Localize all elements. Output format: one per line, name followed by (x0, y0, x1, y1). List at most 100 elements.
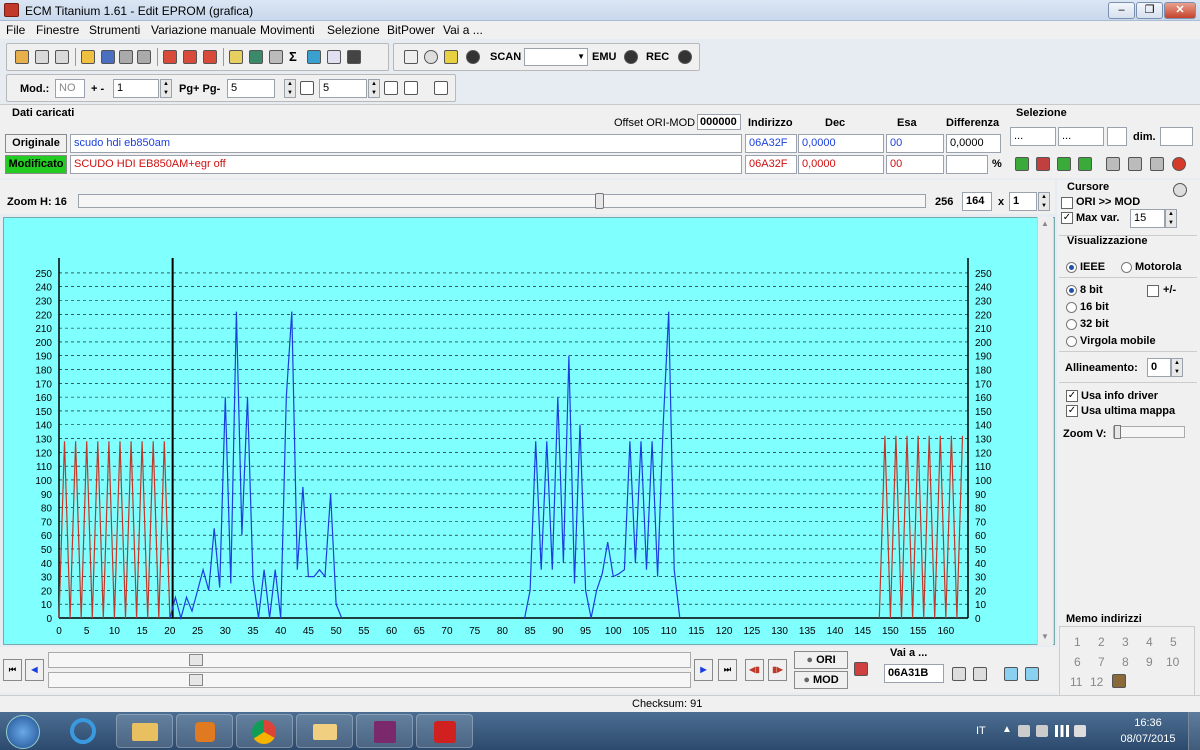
copy-sel-icon[interactable] (1106, 157, 1120, 171)
ie-icon[interactable] (56, 714, 113, 748)
chrome-icon[interactable] (236, 714, 293, 748)
ori-mod-checkbox[interactable] (1061, 197, 1073, 209)
m-icon[interactable] (384, 81, 398, 95)
first-icon[interactable]: ⏮ (3, 659, 22, 681)
menu-movimenti[interactable]: Movimenti (260, 23, 315, 37)
zoom-h-thumb[interactable] (595, 193, 604, 209)
memo-slot[interactable]: 6 (1074, 655, 1081, 669)
modified-esa[interactable]: 00 (886, 155, 944, 174)
modified-address[interactable]: 06A32F (745, 155, 797, 174)
chart-vertical-scrollbar[interactable]: ▲ ▼ (1037, 217, 1053, 645)
cursor-lock-icon[interactable] (1173, 183, 1187, 197)
8bit-radio[interactable] (1066, 285, 1077, 296)
selection-extra[interactable] (1107, 127, 1127, 146)
alignment-spinner[interactable]: ▲ ▼ (1171, 358, 1183, 377)
winrar-icon[interactable] (356, 714, 413, 748)
mod-scroll-thumb[interactable] (189, 674, 203, 686)
scroll-down-icon[interactable]: ▼ (1041, 632, 1049, 641)
32bit-radio[interactable] (1066, 319, 1077, 330)
memo-slot[interactable]: 3 (1122, 635, 1129, 649)
menu-vai-a[interactable]: Vai a ... (443, 23, 483, 37)
max-var-checkbox[interactable]: ✓ (1061, 212, 1073, 224)
max-var-spinner[interactable]: ▲ ▼ (1165, 209, 1177, 228)
maximize-button[interactable]: ❐ (1136, 2, 1163, 19)
home-icon[interactable] (15, 50, 29, 64)
memo-slot[interactable]: 9 (1146, 655, 1153, 669)
select-align-icon[interactable] (1078, 157, 1092, 171)
calculator-icon[interactable] (249, 50, 263, 64)
arrows-icon[interactable] (307, 50, 321, 64)
memo-slot[interactable]: 12 (1090, 675, 1103, 689)
last-icon[interactable]: ⏭ (718, 659, 737, 681)
marker-right-icon[interactable] (1025, 667, 1039, 681)
modified-button[interactable]: Modificato (5, 155, 67, 174)
goto-icon[interactable] (952, 667, 966, 681)
compare-icon[interactable] (183, 50, 197, 64)
next-diff-icon[interactable]: ▮▶ (768, 659, 787, 681)
copy-icon[interactable] (35, 50, 49, 64)
ecm-titanium-icon[interactable] (416, 714, 473, 748)
media-player-icon[interactable] (176, 714, 233, 748)
memo-slot[interactable]: 7 (1098, 655, 1105, 669)
usa-info-checkbox[interactable]: ✓ (1066, 390, 1078, 402)
menu-variazione-manuale[interactable]: Variazione manuale (151, 23, 256, 37)
zoom-h-slider[interactable] (78, 193, 926, 209)
memo-slot[interactable]: 5 (1170, 635, 1177, 649)
original-dec[interactable]: 0,0000 (798, 134, 884, 153)
modified-name-field[interactable]: SCUDO HDI EB850AM+egr off (70, 155, 742, 174)
menu-bitpower[interactable]: BitPower (387, 23, 435, 37)
plusminus-field[interactable]: 1 (113, 79, 159, 98)
clock-time[interactable]: 16:36 (1120, 717, 1176, 729)
save-icon[interactable] (101, 50, 115, 64)
marker-left-icon[interactable] (1004, 667, 1018, 681)
explorer-icon[interactable] (116, 714, 173, 748)
line-chart[interactable]: 0 010 1020 2030 3040 4050 5060 6070 7080 8090 9010… (4, 218, 1056, 646)
zoom-count[interactable]: 164 (962, 192, 992, 211)
select-icon[interactable] (1015, 157, 1029, 171)
scroll-up-icon[interactable]: ▲ (1041, 219, 1049, 228)
goto2-icon[interactable] (973, 667, 987, 681)
binoculars-icon[interactable] (347, 50, 361, 64)
chart-icon[interactable] (327, 50, 341, 64)
emu-label[interactable]: EMU (592, 51, 616, 63)
rec-dot-icon[interactable] (678, 50, 692, 64)
signed-checkbox[interactable] (1147, 285, 1159, 297)
menu-strumenti[interactable]: Strumenti (89, 23, 140, 37)
memo-slot[interactable]: 11 (1070, 675, 1082, 689)
memo-slot[interactable]: 4 (1146, 635, 1153, 649)
plusminus-spinner[interactable]: ▲ ▼ (160, 79, 172, 98)
start-button[interactable] (6, 715, 40, 749)
memo-slot[interactable]: 2 (1098, 635, 1105, 649)
volume-icon[interactable] (1074, 725, 1086, 737)
table-icon[interactable] (434, 81, 448, 95)
ori-scrollbar[interactable] (48, 652, 691, 668)
original-esa[interactable]: 00 (886, 134, 944, 153)
dim-field[interactable] (1160, 127, 1193, 146)
selection-start[interactable]: ... (1010, 127, 1056, 146)
reset-icon[interactable] (1172, 157, 1186, 171)
scan-label[interactable]: SCAN (490, 51, 521, 63)
original-name-field[interactable]: scudo hdi eb850am (70, 134, 742, 153)
motorola-radio[interactable] (1121, 262, 1132, 273)
emu-dot-icon[interactable] (624, 50, 638, 64)
network-icon[interactable] (1018, 725, 1030, 737)
memo-slot[interactable]: 10 (1166, 655, 1179, 669)
text-icon[interactable] (404, 50, 418, 64)
float-radio[interactable] (1066, 336, 1077, 347)
chart-area[interactable]: 0 0 10 10 20 20 30 30 40 40 50 50 60 60 70 70 80 80 90 90 10… (3, 217, 1055, 645)
runner-icon[interactable] (444, 50, 458, 64)
multiplier-spinner[interactable]: ▲ ▼ (1038, 192, 1050, 211)
signal-icon[interactable] (1055, 725, 1069, 737)
mod-field[interactable]: NO (55, 79, 85, 98)
pg-field[interactable]: 5 (227, 79, 275, 98)
tray-expand-icon[interactable]: ▲ (1002, 724, 1012, 735)
mod-button[interactable]: ● MOD (794, 671, 848, 689)
grid-icon[interactable] (404, 81, 418, 95)
language-indicator[interactable]: IT (976, 725, 986, 737)
ori-scroll-thumb[interactable] (189, 654, 203, 666)
device-icon[interactable] (1036, 725, 1048, 737)
minimize-button[interactable]: – (1108, 2, 1135, 19)
prev-diff-icon[interactable]: ◀▮ (745, 659, 764, 681)
menu-file[interactable]: File (6, 23, 25, 37)
lock-icon[interactable] (424, 50, 438, 64)
